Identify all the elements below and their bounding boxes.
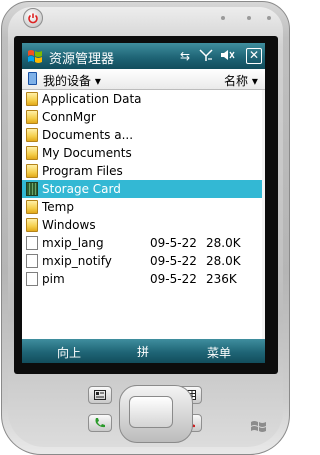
indicator-led xyxy=(267,16,271,20)
close-button[interactable]: ✕ xyxy=(246,48,262,64)
file-name: Windows xyxy=(42,218,96,232)
folder-icon xyxy=(26,110,38,124)
list-item[interactable]: My Documents xyxy=(22,144,265,162)
file-name: Documents a... xyxy=(42,128,134,142)
file-date: 09-5-22 xyxy=(150,236,197,250)
folder-icon xyxy=(26,128,38,142)
file-icon xyxy=(26,272,38,286)
action-button[interactable] xyxy=(129,396,173,428)
softkey-bar: 向上 拼 菜单 xyxy=(22,339,265,363)
path-bar: 我的设备 ▾ 名称 ▾ xyxy=(22,69,265,90)
folder-icon xyxy=(26,146,38,160)
file-date: 09-5-22 xyxy=(150,254,197,268)
file-name: mxip_notify xyxy=(42,254,112,268)
file-name: pim xyxy=(42,272,65,286)
folder-icon xyxy=(26,92,38,106)
list-item[interactable]: Windows xyxy=(22,216,265,234)
windows-logo-icon xyxy=(251,421,266,432)
screen: 资源管理器 ⇆ ✕ 我的设备 ▾ 名称 ▾ Application Data C… xyxy=(22,43,265,363)
folder-icon xyxy=(26,200,38,214)
phone-answer-icon xyxy=(95,418,105,428)
sort-dropdown[interactable]: 名称 ▾ xyxy=(224,72,258,89)
list-item[interactable]: pim 09-5-22 236K xyxy=(22,270,265,288)
device-icon xyxy=(28,72,37,85)
menu-softkey[interactable]: 菜单 xyxy=(207,344,231,361)
signal-icon[interactable] xyxy=(199,48,213,66)
storage-card-icon xyxy=(26,182,38,196)
file-size: 28.0K xyxy=(206,254,241,268)
indicator-led xyxy=(221,16,225,20)
start-menu-icon[interactable] xyxy=(26,47,44,65)
title-bar: 资源管理器 ⇆ ✕ xyxy=(22,43,265,69)
file-name: ConnMgr xyxy=(42,110,96,124)
up-softkey[interactable]: 向上 xyxy=(57,344,81,361)
folder-icon xyxy=(26,164,38,178)
list-item[interactable]: Application Data xyxy=(22,90,265,108)
list-item[interactable]: mxip_notify 09-5-22 28.0K xyxy=(22,252,265,270)
contacts-key[interactable] xyxy=(88,386,112,404)
file-name: mxip_lang xyxy=(42,236,104,250)
list-item[interactable]: ConnMgr xyxy=(22,108,265,126)
volume-icon[interactable] xyxy=(220,48,236,66)
file-size: 28.0K xyxy=(206,236,241,250)
input-method-button[interactable]: 拼 xyxy=(137,343,149,360)
list-item[interactable]: Temp xyxy=(22,198,265,216)
file-name: My Documents xyxy=(42,146,132,160)
hardware-keys xyxy=(0,378,291,455)
file-name: Program Files xyxy=(42,164,123,178)
file-name: Application Data xyxy=(42,92,142,106)
list-item[interactable]: Program Files xyxy=(22,162,265,180)
list-item-selected[interactable]: Storage Card xyxy=(22,180,265,198)
folder-icon xyxy=(26,218,38,232)
power-icon xyxy=(28,13,38,24)
file-icon xyxy=(26,236,38,250)
window-title: 资源管理器 xyxy=(49,52,115,67)
location-dropdown[interactable]: 我的设备 ▾ xyxy=(43,72,101,89)
scrollbar[interactable] xyxy=(262,90,265,339)
file-list: Application Data ConnMgr Documents a... … xyxy=(22,90,265,339)
contacts-icon xyxy=(94,390,106,400)
file-size: 236K xyxy=(206,272,237,286)
indicator-led xyxy=(247,16,251,20)
call-key[interactable] xyxy=(88,414,112,432)
file-date: 09-5-22 xyxy=(150,272,197,286)
file-name: Storage Card xyxy=(42,182,121,196)
list-item[interactable]: Documents a... xyxy=(22,126,265,144)
power-button[interactable] xyxy=(23,8,43,28)
connectivity-icon[interactable]: ⇆ xyxy=(180,48,190,64)
list-item[interactable]: mxip_lang 09-5-22 28.0K xyxy=(22,234,265,252)
file-name: Temp xyxy=(42,200,74,214)
file-icon xyxy=(26,254,38,268)
